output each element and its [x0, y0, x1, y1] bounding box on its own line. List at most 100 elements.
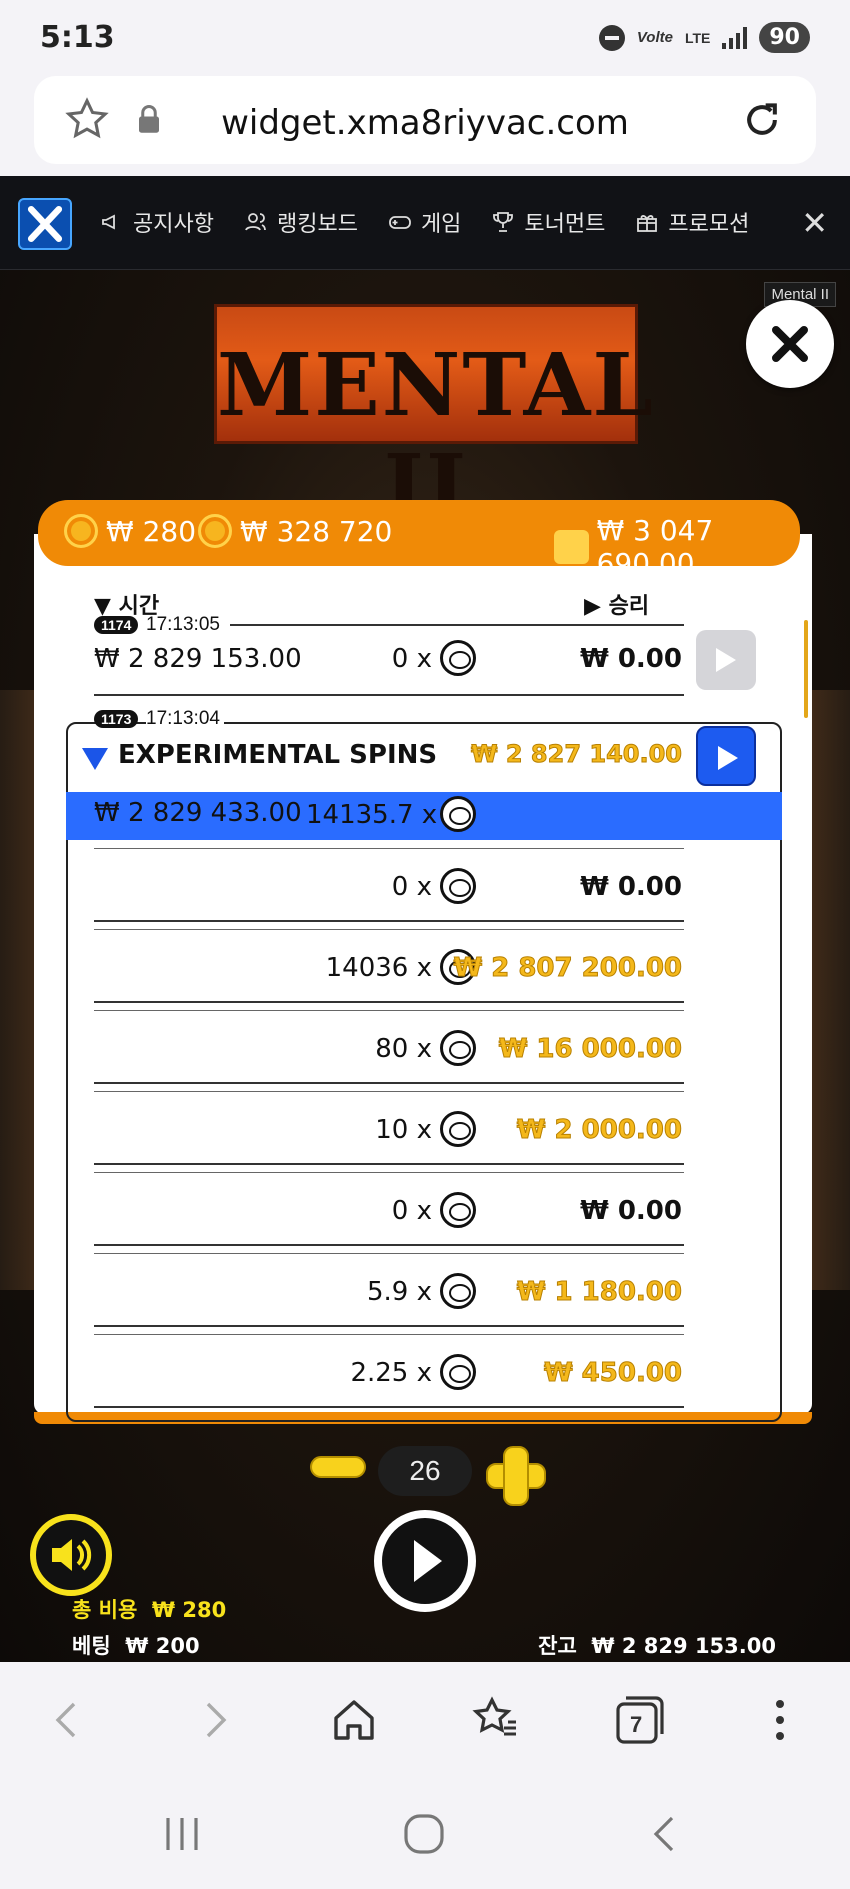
signal-icon: [722, 26, 748, 49]
row-divider: [94, 1172, 684, 1173]
row-divider: [94, 1406, 684, 1408]
recent-apps-icon[interactable]: [160, 1812, 204, 1856]
nav-item-label: 게임: [420, 212, 462, 237]
selected-spin-multiplier: 14135.7 x: [306, 800, 438, 830]
coin-icon: [198, 514, 232, 548]
round-amount: ₩ 2 829 153.00: [94, 644, 302, 674]
spin-play-button[interactable]: [374, 1510, 476, 1612]
wallet-icon: [554, 530, 589, 564]
summary-balance: ₩ 3 047 690.00: [554, 514, 800, 580]
round-win: ₩ 0.00: [580, 644, 682, 674]
row-divider: [94, 1001, 684, 1003]
nav-item-promotion[interactable]: 프로모션: [635, 206, 749, 238]
nav-close-button[interactable]: ✕: [801, 204, 828, 242]
total-cost: 총 비용 ₩ 280: [72, 1594, 226, 1624]
system-back-icon[interactable]: [644, 1812, 688, 1856]
gamepad-icon: [389, 216, 411, 229]
site-logo-icon[interactable]: [18, 198, 72, 250]
nav-item-label: 프로모션: [668, 212, 750, 237]
row-divider: [94, 1010, 684, 1011]
gift-icon: [637, 215, 658, 232]
replay-button[interactable]: [696, 726, 756, 786]
balance-label: 잔고: [538, 1634, 577, 1658]
volte-indicator: Volte: [636, 29, 673, 46]
summary-cost: ₩ 280: [64, 514, 196, 548]
play-icon: [716, 648, 736, 672]
forward-icon[interactable]: [186, 1692, 242, 1748]
spin-win: ₩ 0.00: [580, 1196, 682, 1226]
spin-multiplier: 5.9 x: [367, 1277, 432, 1307]
collapse-triangle-icon[interactable]: [82, 748, 108, 770]
tabs-button[interactable]: 7: [612, 1692, 668, 1748]
scrollbar[interactable]: [804, 620, 808, 718]
coin-icon: [440, 796, 476, 832]
sound-toggle-icon[interactable]: [30, 1514, 112, 1596]
row-divider: [94, 1334, 684, 1335]
nav-item-ranking[interactable]: 랭킹보드: [244, 206, 358, 238]
spin-count-value[interactable]: 26: [378, 1446, 472, 1496]
round-id-badge: 1174: [94, 616, 139, 634]
summary-bar: ₩ 280 ₩ 328 720 ₩ 3 047 690.00: [38, 500, 800, 580]
summary-cost-value: ₩ 280: [106, 514, 197, 548]
decrease-button[interactable]: [310, 1456, 366, 1478]
spin-win: ₩ 0.00: [580, 872, 682, 902]
spin-multiplier: 0 x: [391, 872, 432, 902]
coin-icon: [64, 514, 98, 548]
home-icon[interactable]: [326, 1692, 382, 1748]
summary-balance-value: ₩ 3 047 690.00: [596, 514, 714, 580]
spin-row[interactable]: 14036 x ₩ 2 807 200.00: [0, 947, 850, 987]
home-button-icon[interactable]: [400, 1810, 448, 1858]
more-menu-icon[interactable]: [752, 1692, 808, 1748]
nav-item-label: 토너먼트: [524, 212, 606, 237]
url-text[interactable]: widget.xma8riyvac.com: [34, 103, 816, 143]
status-icons: Volte LTE 90: [598, 22, 810, 53]
close-icon[interactable]: [746, 300, 834, 388]
nav-item-games[interactable]: 게임: [388, 206, 461, 238]
total-cost-label: 총 비용: [72, 1598, 138, 1622]
bet-value: ₩ 200: [125, 1634, 200, 1658]
browser-bottom-bar: 7: [0, 1662, 850, 1782]
balance-value: ₩ 2 829 153.00: [591, 1634, 776, 1658]
row-divider: [94, 1325, 684, 1327]
back-icon[interactable]: [40, 1692, 96, 1748]
reload-icon[interactable]: [740, 98, 784, 142]
summary-bet-total: ₩ 328 720: [198, 514, 392, 548]
bet-label: 베팅: [72, 1634, 111, 1658]
column-header-win[interactable]: ▶ 승리: [584, 588, 649, 620]
play-icon: [718, 746, 738, 770]
increase-button[interactable]: [486, 1446, 546, 1506]
round-multiplier: 0 x: [391, 644, 432, 674]
bookmarks-icon[interactable]: [468, 1692, 524, 1748]
game-logo: MENTAL II: [214, 304, 653, 537]
spin-row[interactable]: 5.9 x ₩ 1 180.00: [0, 1271, 850, 1311]
group-title[interactable]: EXPERIMENTAL SPINS: [118, 740, 437, 770]
address-bar[interactable]: widget.xma8riyvac.com: [34, 76, 816, 164]
trophy-icon: [493, 212, 514, 232]
browser-toolbar: widget.xma8riyvac.com: [0, 72, 850, 176]
row-divider: [94, 1082, 684, 1084]
spin-multiplier: 80 x: [375, 1034, 432, 1064]
status-bar: 5:13 Volte LTE 90: [0, 0, 850, 72]
row-divider: [94, 694, 684, 696]
spin-win: ₩ 1 180.00: [516, 1277, 682, 1308]
users-icon: [245, 213, 266, 231]
summary-bet-total-value: ₩ 328 720: [240, 514, 393, 548]
spin-row[interactable]: 10 x ₩ 2 000.00: [0, 1109, 850, 1149]
tab-count: 7: [630, 1712, 643, 1737]
nav-item-tournament[interactable]: 토너먼트: [491, 206, 605, 238]
replay-button[interactable]: [696, 630, 756, 690]
spin-multiplier: 2.25 x: [350, 1358, 432, 1388]
spin-row[interactable]: 0 x ₩ 0.00: [0, 866, 850, 906]
site-nav: 공지사항 랭킹보드 게임 토너먼트 프로모션 ✕: [0, 176, 850, 270]
nav-items: 공지사항 랭킹보드 게임 토너먼트 프로모션: [100, 206, 760, 238]
spin-win: ₩ 16 000.00: [498, 1034, 682, 1065]
spin-multiplier: 10 x: [375, 1115, 432, 1145]
nav-item-label: 공지사항: [133, 212, 214, 237]
nav-item-notice[interactable]: 공지사항: [100, 206, 214, 238]
spin-row[interactable]: 80 x ₩ 16 000.00: [0, 1028, 850, 1068]
round-time: 17:13:05: [146, 614, 220, 635]
clock: 5:13: [40, 20, 115, 55]
spin-row[interactable]: 2.25 x ₩ 450.00: [0, 1352, 850, 1392]
selected-spin-amount: ₩ 2 829 433.00: [94, 798, 302, 828]
spin-row[interactable]: 0 x ₩ 0.00: [0, 1190, 850, 1230]
